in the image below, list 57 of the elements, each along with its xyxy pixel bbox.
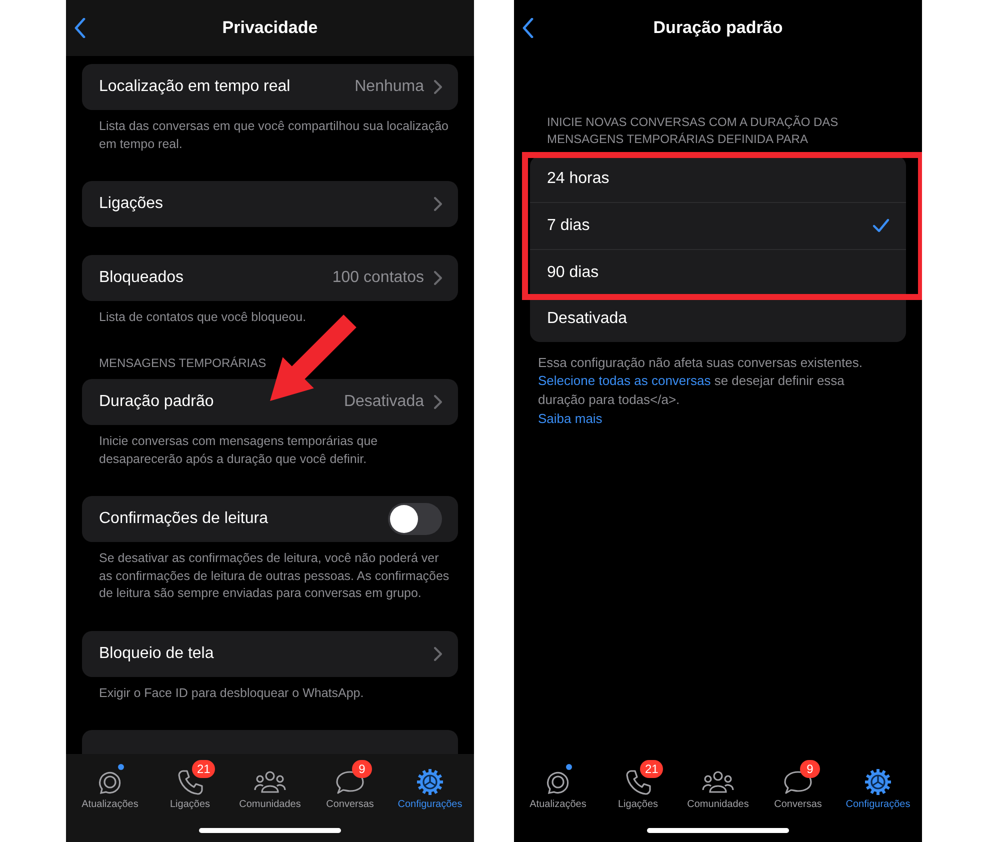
count-badge: 21	[640, 760, 664, 778]
row-label: Localização em tempo real	[99, 78, 292, 96]
back-icon[interactable]	[74, 18, 86, 38]
duration-option[interactable]: 90 dias	[530, 248, 906, 296]
tab-item[interactable]: Ligações 21	[150, 760, 230, 810]
row-value: 100 contatos	[332, 269, 424, 287]
row-value: Desativada	[344, 393, 424, 412]
people-icon	[253, 768, 287, 796]
chevron-icon	[434, 395, 442, 410]
section-header: MENSAGENS TEMPORÁRIAS	[99, 354, 268, 372]
settings-row[interactable]: Duração padrão Desativada	[82, 379, 458, 426]
tab-item[interactable]: Configurações	[390, 760, 470, 810]
duration-option[interactable]: Desativada	[530, 296, 906, 342]
screen-title: Privacidade	[222, 18, 318, 38]
checkmark-icon	[872, 218, 890, 234]
duration-option[interactable]: 7 dias	[530, 202, 906, 249]
tab-item[interactable]: Atualizações	[70, 760, 150, 810]
row-label: Confirmações de leitura	[99, 510, 269, 528]
section-note: Inicie conversas com mensagens temporárias que desaparecerão após a duração que você definir.	[98, 433, 379, 468]
row-label: Ligações	[99, 195, 164, 213]
tab-item[interactable]: Configurações	[838, 760, 918, 810]
chevron-icon	[434, 80, 442, 94]
gear-icon	[416, 768, 444, 796]
tab-item[interactable]: Comunidades	[678, 760, 758, 810]
learn-more-link[interactable]: Saiba mais	[538, 410, 602, 429]
toggle-switch[interactable]	[388, 503, 442, 536]
row-label: Bloqueio de tela	[99, 644, 215, 663]
row-label: Bloqueados	[99, 269, 185, 287]
footer-text: Essa configuração não afeta suas conversas existentes. Selecione todas as conversas se desejar definir essa duração para todas</a>.	[537, 354, 864, 410]
people-icon	[701, 768, 735, 796]
chevron-icon	[434, 271, 442, 285]
section-note: Exigir o Face ID para desbloquear o WhatsApp.	[98, 684, 365, 702]
select-all-link[interactable]: Selecione todas as conversas	[538, 373, 711, 388]
count-badge: 9	[800, 760, 820, 778]
section-header: INICIE NOVAS CONVERSAS COM A DURAÇÃO DAS MENSAGENS TEMPORÁRIAS DEFINIDA PARA	[547, 114, 840, 148]
tab-item[interactable]: Conversas 9	[758, 760, 838, 810]
chevron-icon	[434, 197, 442, 211]
count-badge: 21	[192, 760, 216, 778]
row-value: Nenhuma	[354, 78, 424, 96]
settings-row[interactable]: Localização em tempo real Nenhuma	[82, 64, 458, 110]
chevron-icon	[434, 646, 442, 661]
duration-option[interactable]: 24 horas	[530, 156, 906, 202]
section-note: Lista de contatos que você bloqueou.	[98, 309, 308, 326]
gear-icon	[864, 768, 892, 796]
section-note: Lista das conversas em que você compartilhou sua localização em tempo real.	[98, 118, 450, 153]
tab-item[interactable]: Atualizações	[518, 760, 598, 810]
settings-row[interactable]: Ligações	[82, 181, 458, 227]
tab-item[interactable]: Comunidades	[230, 760, 310, 810]
settings-row[interactable]: Bloqueio de tela	[82, 630, 458, 677]
back-icon[interactable]	[522, 18, 534, 38]
settings-row[interactable]: Bloqueados 100 contatos	[82, 255, 458, 301]
tab-item[interactable]: Ligações 21	[598, 760, 678, 810]
count-badge: 9	[352, 760, 372, 778]
tab-item[interactable]: Conversas 9	[310, 760, 390, 810]
section-note: Se desativar as confirmações de leitura, você não poderá ver as confirmações de leitura de outras pessoas. As confirmações de leitura são sempre enviadas para conversas em grupo.	[98, 550, 450, 602]
screen-title: Duração padrão	[653, 18, 783, 38]
row-label: Duração padrão	[99, 393, 215, 412]
